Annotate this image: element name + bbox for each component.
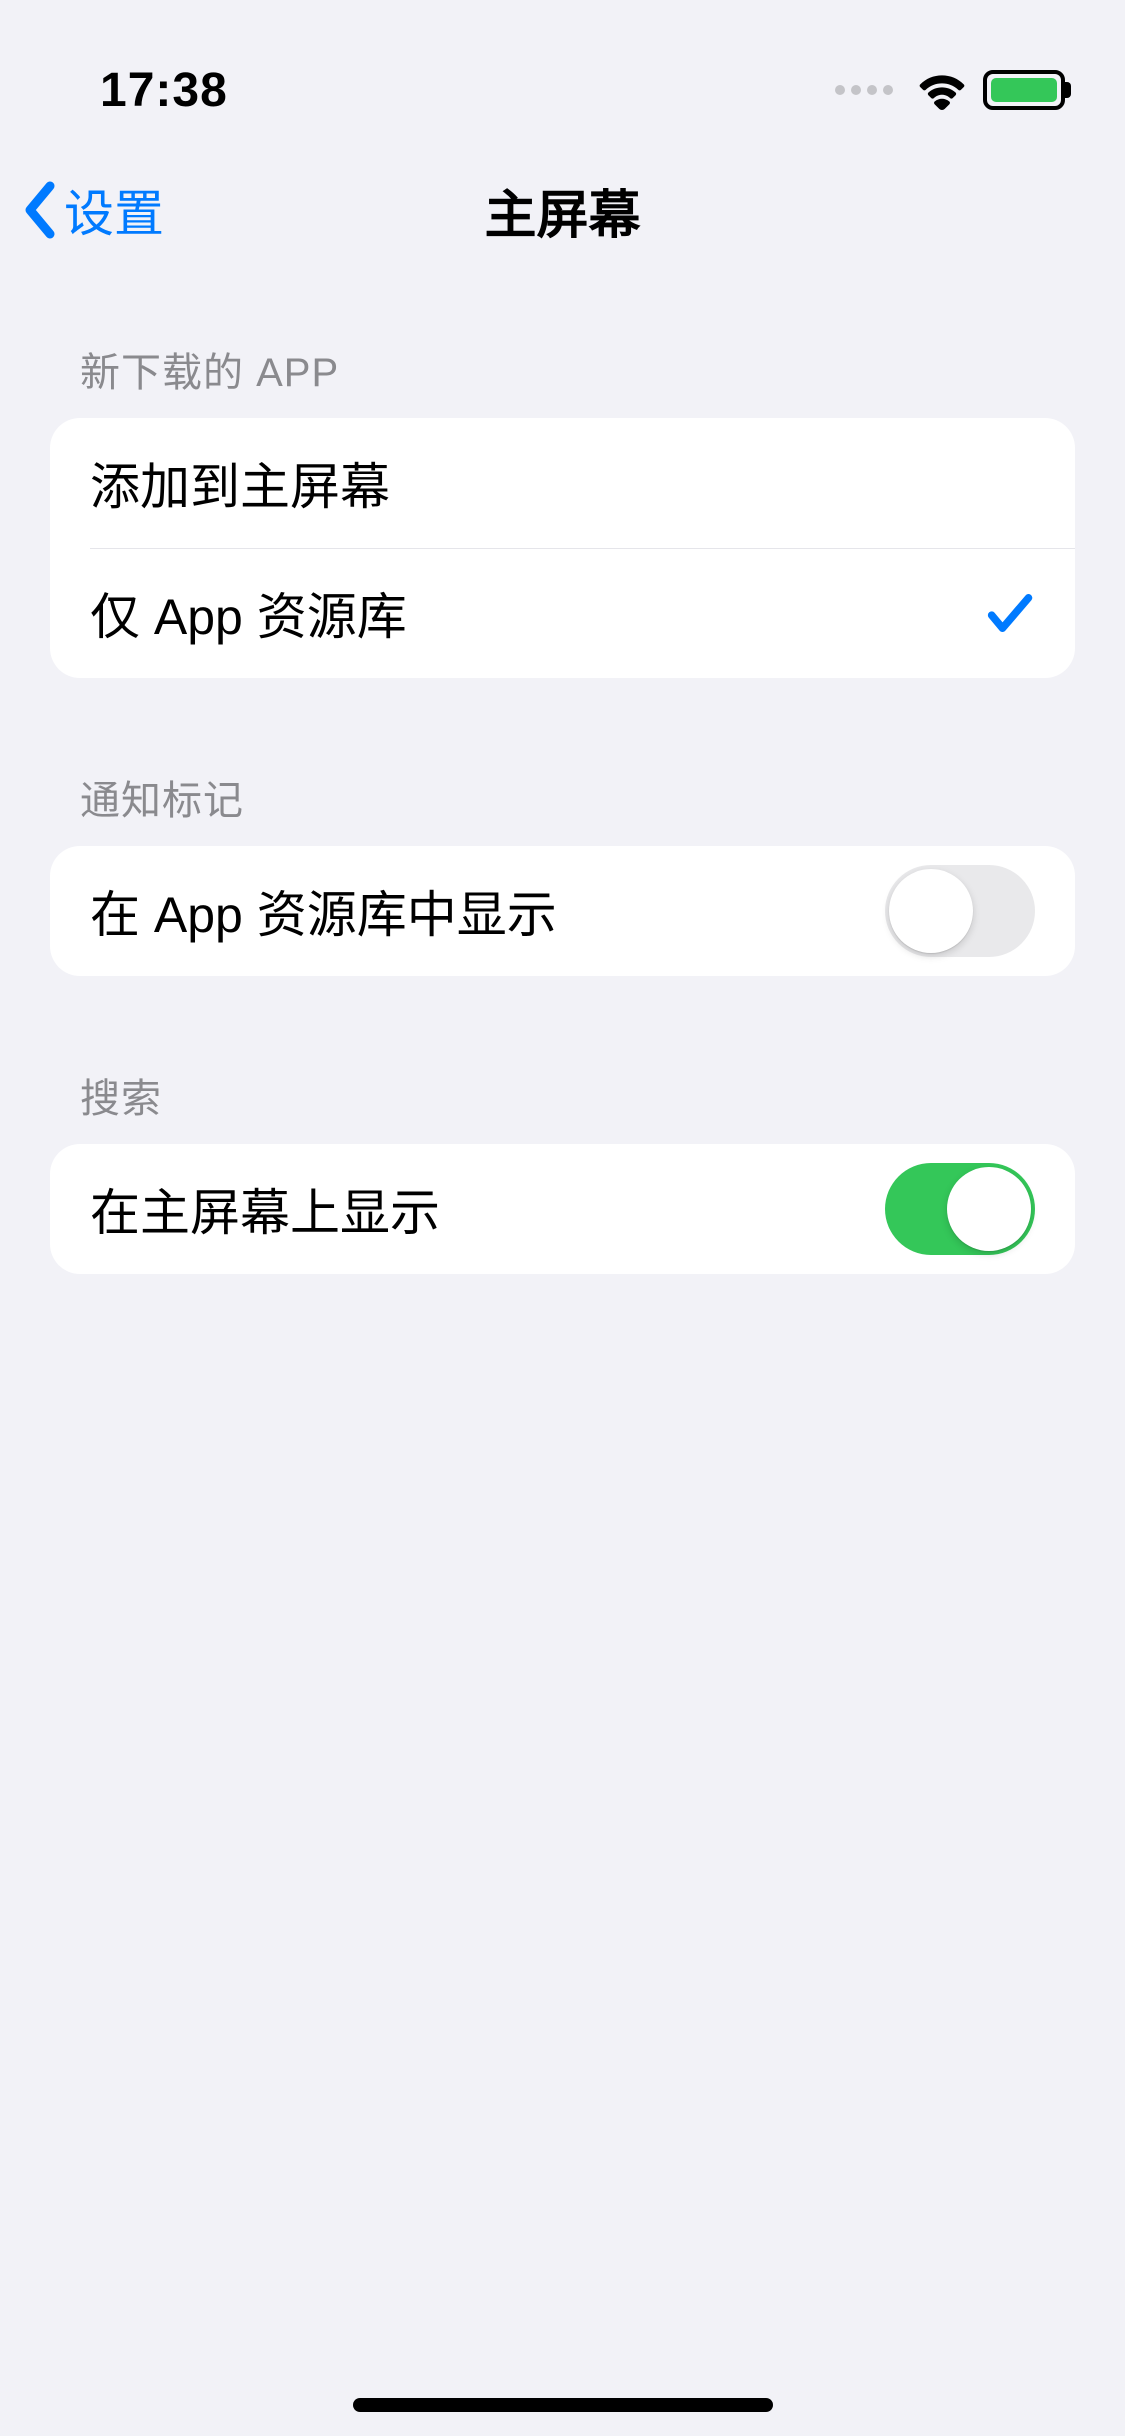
status-icons: [835, 70, 1065, 110]
row-show-on-home: 在主屏幕上显示: [50, 1144, 1075, 1274]
home-indicator[interactable]: [353, 2398, 773, 2412]
wifi-icon: [917, 70, 967, 110]
content: 新下载的 APP 添加到主屏幕 仅 App 资源库 通知标记 在 App 资源库…: [0, 280, 1125, 1274]
option-app-library-only[interactable]: 仅 App 资源库: [50, 548, 1075, 678]
row-label: 在主屏幕上显示: [90, 1173, 440, 1245]
back-button[interactable]: 设置: [20, 174, 164, 246]
group-search: 在主屏幕上显示: [50, 1144, 1075, 1274]
option-add-to-home[interactable]: 添加到主屏幕: [50, 418, 1075, 548]
status-bar: 17:38: [0, 0, 1125, 140]
row-label: 在 App 资源库中显示: [90, 875, 557, 947]
back-label: 设置: [64, 174, 164, 246]
option-label: 仅 App 资源库: [90, 577, 407, 649]
nav-bar: 设置 主屏幕: [0, 140, 1125, 280]
toggle-show-in-library[interactable]: [885, 865, 1035, 957]
section-header-search: 搜索: [50, 1066, 1075, 1144]
section-header-new-apps: 新下载的 APP: [50, 340, 1075, 418]
cellular-dots-icon: [835, 85, 893, 95]
page-title: 主屏幕: [484, 173, 640, 248]
group-badges: 在 App 资源库中显示: [50, 846, 1075, 976]
status-time: 17:38: [100, 63, 228, 118]
chevron-left-icon: [20, 180, 60, 240]
battery-icon: [983, 70, 1065, 110]
option-label: 添加到主屏幕: [90, 447, 390, 519]
toggle-show-on-home[interactable]: [885, 1163, 1035, 1255]
group-new-apps: 添加到主屏幕 仅 App 资源库: [50, 418, 1075, 678]
section-header-badges: 通知标记: [50, 768, 1075, 846]
checkmark-icon: [983, 587, 1035, 639]
row-show-in-library: 在 App 资源库中显示: [50, 846, 1075, 976]
